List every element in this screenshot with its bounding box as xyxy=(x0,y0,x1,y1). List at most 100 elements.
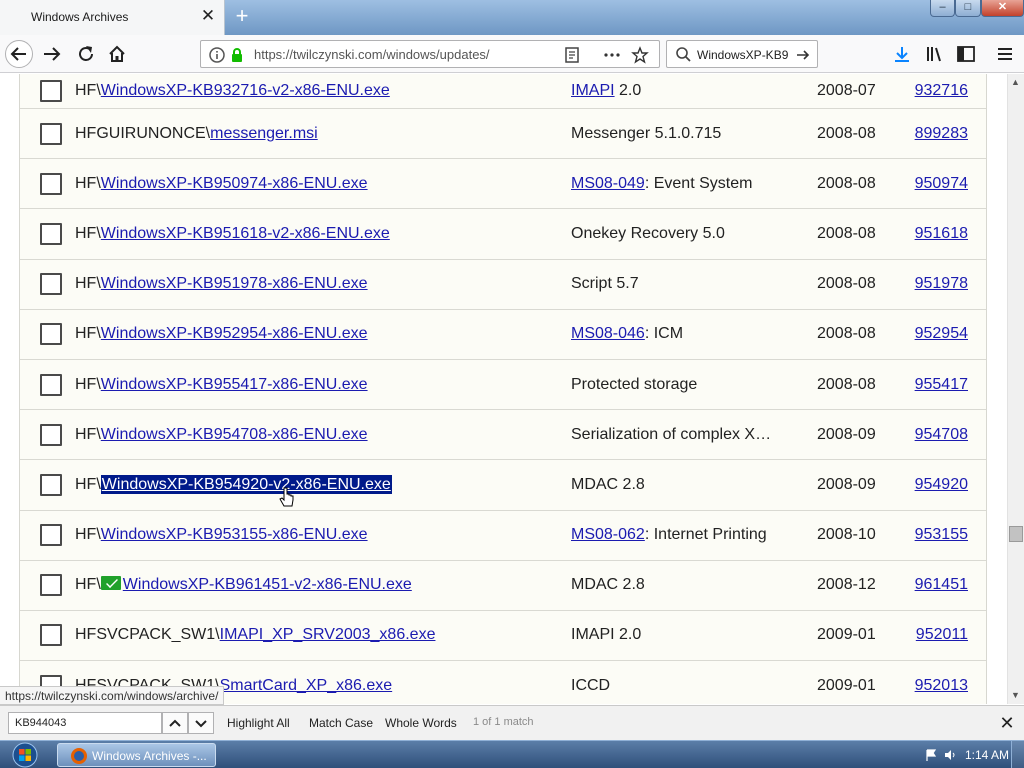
file-link[interactable]: messenger.msi xyxy=(210,125,318,142)
reload-button[interactable] xyxy=(72,40,100,68)
row-checkbox[interactable] xyxy=(40,323,62,346)
kb-link[interactable]: 950974 xyxy=(915,175,968,192)
table-row: HF\WindowsXP-KB952954-x86-ENU.exe MS08-04… xyxy=(20,310,986,360)
maximize-button[interactable]: □ xyxy=(955,0,981,17)
row-checkbox[interactable] xyxy=(40,624,62,647)
kb-link[interactable]: 951978 xyxy=(915,275,968,292)
description-text: : Internet Printing xyxy=(644,526,767,544)
description-cell: Script 5.7 xyxy=(571,275,639,293)
table-row: HF\ WindowsXP-KB961451-v2-x86-ENU.exe MDAC… xyxy=(20,561,986,611)
tab-windows-archives[interactable]: Windows Archives ✕ xyxy=(0,0,225,35)
url-bar[interactable]: https://twilczynski.com/windows/updates/ xyxy=(200,40,660,68)
file-link[interactable]: WindowsXP-KB954920-v2-x86-ENU.exe xyxy=(100,474,392,494)
page-content[interactable]: HF\WindowsXP-KB932716-v2-x86-ENU.exe IMAP… xyxy=(0,74,1007,704)
file-link[interactable]: IMAPI_XP_SRV2003_x86.exe xyxy=(220,626,436,643)
close-window-button[interactable]: ✕ xyxy=(981,0,1024,17)
file-link[interactable]: SmartCard_XP_x86.exe xyxy=(220,677,393,694)
taskbar-firefox-item[interactable]: Windows Archives -... xyxy=(57,743,216,767)
find-close-icon[interactable]: ✕ xyxy=(997,713,1017,733)
kb-link[interactable]: 961451 xyxy=(915,576,968,593)
new-tab-button[interactable]: + xyxy=(231,5,253,27)
home-button[interactable] xyxy=(103,40,131,68)
row-checkbox[interactable] xyxy=(40,273,62,296)
scroll-down-icon[interactable]: ▼ xyxy=(1011,690,1020,700)
url-text[interactable]: https://twilczynski.com/windows/updates/ xyxy=(254,47,490,62)
row-checkbox[interactable] xyxy=(40,172,62,195)
back-arrow-icon xyxy=(10,47,26,61)
tab-close-icon[interactable]: ✕ xyxy=(198,6,218,26)
search-bar[interactable]: WindowsXP-KB9 xyxy=(666,40,818,68)
find-previous-button[interactable] xyxy=(162,712,188,734)
row-checkbox[interactable] xyxy=(40,423,62,446)
clock[interactable]: 1:14 AM xyxy=(965,748,1009,762)
row-checkbox[interactable] xyxy=(40,80,62,102)
menu-icon[interactable] xyxy=(995,44,1015,64)
file-link[interactable]: WindowsXP-KB954708-x86-ENU.exe xyxy=(101,426,368,443)
kb-link[interactable]: 899283 xyxy=(915,125,968,142)
sidebar-icon[interactable] xyxy=(956,44,976,64)
file-link[interactable]: WindowsXP-KB951978-x86-ENU.exe xyxy=(101,275,368,292)
find-next-button[interactable] xyxy=(188,712,214,734)
kb-link[interactable]: 954708 xyxy=(915,426,968,443)
description-cell: IMAPI 2.0 xyxy=(571,626,641,644)
row-checkbox[interactable] xyxy=(40,222,62,245)
file-link[interactable]: WindowsXP-KB951618-v2-x86-ENU.exe xyxy=(101,225,390,242)
match-case-toggle[interactable]: Match Case xyxy=(309,716,373,730)
description-text: ICCD xyxy=(571,676,611,694)
vertical-scrollbar[interactable]: ▲ ▼ xyxy=(1007,74,1024,704)
library-icon[interactable] xyxy=(925,44,945,64)
kb-link[interactable]: 952011 xyxy=(916,626,968,643)
find-input[interactable]: KB944043 xyxy=(8,712,162,734)
date-cell: 2008-09 xyxy=(817,425,876,443)
row-checkbox[interactable] xyxy=(40,524,62,547)
show-desktop-button[interactable] xyxy=(1011,741,1024,768)
bulletin-link[interactable]: MS08-062 xyxy=(571,526,645,543)
downloads-icon[interactable] xyxy=(892,44,912,64)
file-link[interactable]: WindowsXP-KB953155-x86-ENU.exe xyxy=(101,526,368,543)
bulletin-link[interactable]: IMAPI xyxy=(571,82,615,99)
search-go-icon[interactable] xyxy=(795,47,811,63)
date-cell: 2008-08 xyxy=(817,325,876,343)
forward-button[interactable] xyxy=(38,40,66,68)
bulletin-link[interactable]: MS08-049 xyxy=(571,175,645,192)
file-link[interactable]: WindowsXP-KB932716-v2-x86-ENU.exe xyxy=(101,82,390,99)
kb-link[interactable]: 952013 xyxy=(915,677,968,694)
bulletin-link[interactable]: MS08-046 xyxy=(571,325,645,342)
kb-link[interactable]: 954920 xyxy=(915,476,968,493)
lock-icon[interactable] xyxy=(228,46,246,64)
row-checkbox[interactable] xyxy=(40,373,62,396)
kb-cell: 952013 xyxy=(915,677,968,695)
table-row: HF\WindowsXP-KB953155-x86-ENU.exe MS08-06… xyxy=(20,511,986,561)
row-checkbox[interactable] xyxy=(40,473,62,496)
search-input[interactable]: WindowsXP-KB9 xyxy=(697,48,792,62)
highlight-all-toggle[interactable]: Highlight All xyxy=(227,716,290,730)
info-icon[interactable] xyxy=(208,46,226,64)
reader-view-icon[interactable] xyxy=(563,46,581,64)
file-link[interactable]: WindowsXP-KB961451-v2-x86-ENU.exe xyxy=(123,576,412,593)
back-button[interactable] xyxy=(5,40,33,68)
scrollbar-thumb[interactable] xyxy=(1009,526,1023,542)
row-checkbox[interactable] xyxy=(40,574,62,597)
description-cell: Onekey Recovery 5.0 xyxy=(571,225,725,243)
page-actions-icon[interactable] xyxy=(603,46,621,64)
kb-link[interactable]: 932716 xyxy=(915,82,968,99)
flag-icon[interactable] xyxy=(924,748,938,762)
kb-link[interactable]: 953155 xyxy=(915,526,968,543)
start-button[interactable] xyxy=(6,741,44,768)
kb-link[interactable]: 951618 xyxy=(915,225,968,242)
description-text: MDAC 2.8 xyxy=(571,576,645,594)
description-text: Protected storage xyxy=(571,375,698,393)
kb-link[interactable]: 952954 xyxy=(915,325,968,342)
file-link[interactable]: WindowsXP-KB955417-x86-ENU.exe xyxy=(101,376,368,393)
row-checkbox[interactable] xyxy=(40,122,62,145)
volume-icon[interactable] xyxy=(943,748,957,762)
find-bar: KB944043 Highlight All Match Case Whole … xyxy=(0,705,1024,740)
bookmark-star-icon[interactable] xyxy=(631,46,649,64)
whole-words-toggle[interactable]: Whole Words xyxy=(385,716,457,730)
file-link[interactable]: WindowsXP-KB950974-x86-ENU.exe xyxy=(101,175,368,192)
scroll-up-icon[interactable]: ▲ xyxy=(1011,77,1020,87)
table-row: HFGUIRUNONCE\messenger.msi Messenger 5.1.… xyxy=(20,109,986,160)
file-link[interactable]: WindowsXP-KB952954-x86-ENU.exe xyxy=(101,325,368,342)
minimize-button[interactable]: – xyxy=(930,0,955,17)
kb-link[interactable]: 955417 xyxy=(915,376,968,393)
